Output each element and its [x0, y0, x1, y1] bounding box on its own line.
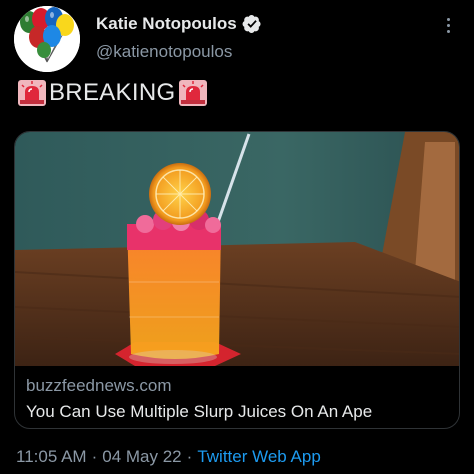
author-name-row[interactable]: Katie Notopoulos [96, 14, 262, 34]
more-options-icon[interactable] [440, 14, 456, 36]
rotating-light-icon [179, 80, 208, 106]
rotating-light-icon [18, 80, 46, 106]
verified-badge-icon [242, 15, 261, 33]
tweet-time[interactable]: 11:05 AM [16, 447, 87, 467]
author-display-name[interactable]: Katie Notopoulos [96, 14, 237, 34]
tweet-date[interactable]: 04 May 22 [102, 447, 181, 467]
footer-separator: · [186, 447, 193, 466]
tweet-header: Katie Notopoulos @katienotopoulos [0, 0, 474, 76]
tweet-source-app[interactable]: Twitter Web App [197, 447, 320, 467]
tweet-text: BREAKING [18, 78, 208, 108]
tweet-text-word: BREAKING [49, 79, 176, 106]
author-handle[interactable]: @katienotopoulos [96, 42, 232, 62]
link-card-domain: buzzfeednews.com [26, 376, 172, 395]
balloons-icon [14, 6, 80, 72]
footer-separator: · [91, 447, 98, 466]
link-card-image[interactable] [15, 132, 460, 366]
link-card-title: You Can Use Multiple Slurp Juices On An … [26, 402, 373, 421]
link-card[interactable]: buzzfeednews.com You Can Use Multiple Sl… [14, 131, 460, 429]
avatar[interactable] [14, 6, 80, 72]
link-card-meta[interactable]: buzzfeednews.com You Can Use Multiple Sl… [15, 366, 459, 428]
tweet-footer: 11:05 AM · 04 May 22 · Twitter Web App [16, 445, 321, 469]
